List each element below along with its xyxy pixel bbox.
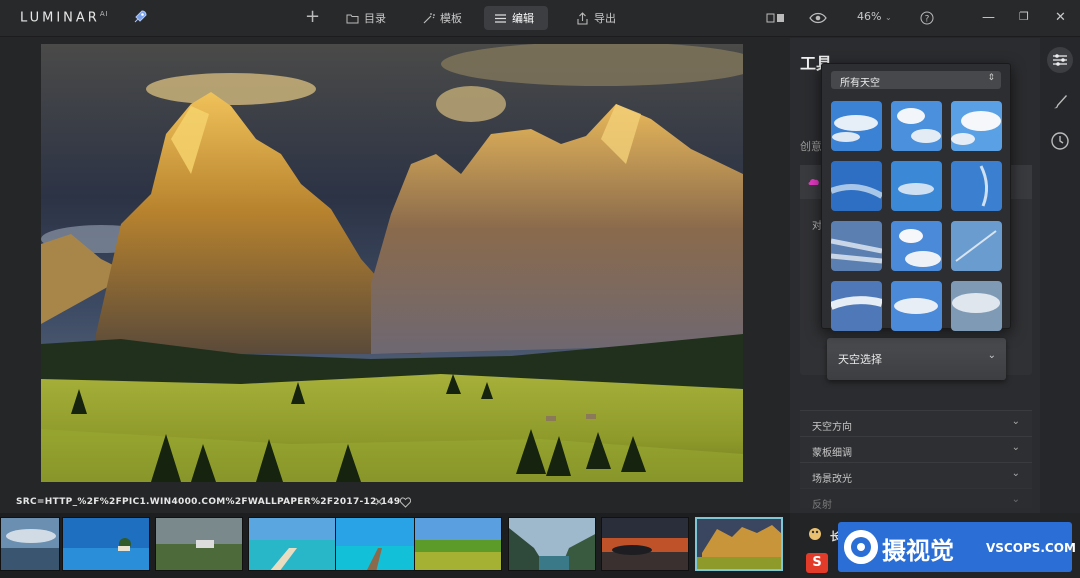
add-icon[interactable]: + bbox=[305, 8, 320, 26]
watermark-badge: 摄视觉 VSCOPS.COM bbox=[838, 522, 1076, 572]
rocket-icon[interactable] bbox=[132, 9, 148, 25]
sky-thumbnail[interactable] bbox=[891, 281, 942, 331]
sky-thumbnail[interactable] bbox=[951, 221, 1002, 271]
export-label: 导出 bbox=[594, 12, 616, 25]
sky-thumbnail[interactable] bbox=[891, 161, 942, 211]
filmstrip-thumb[interactable] bbox=[414, 517, 502, 571]
file-name: SRC=HTTP_%2F%2FPIC1.WIN4000.COM%2FWALLPA… bbox=[16, 497, 401, 507]
export-icon bbox=[577, 11, 588, 25]
cloud-icon bbox=[808, 178, 819, 185]
luminar-window: LUMINARAI + 目录 模板 编辑 导出 46% ⌄ ? — ❐ ✕ SR… bbox=[0, 0, 1080, 578]
folder-icon bbox=[346, 14, 359, 23]
sky-thumbnail[interactable] bbox=[891, 101, 942, 151]
close-icon[interactable]: ✕ bbox=[1055, 10, 1066, 25]
adjustments-icon[interactable] bbox=[1047, 47, 1073, 73]
catalog-button[interactable]: 目录 bbox=[336, 6, 396, 30]
side-icon-bar bbox=[1040, 38, 1080, 578]
help-icon[interactable]: ? bbox=[920, 11, 934, 25]
sky-category-label: 所有天空 bbox=[840, 78, 880, 89]
filmstrip-thumb[interactable] bbox=[601, 517, 689, 571]
compare-icon[interactable] bbox=[766, 12, 786, 24]
edit-label: 编辑 bbox=[512, 12, 534, 25]
palette-icon[interactable] bbox=[808, 527, 822, 541]
filmstrip-thumb[interactable] bbox=[508, 517, 596, 571]
sky-picker-popup: 所有天空 ⇕ bbox=[821, 63, 1011, 331]
svg-text:?: ? bbox=[925, 15, 930, 25]
file-info-bar: SRC=HTTP_%2F%2FPIC1.WIN4000.COM%2FWALLPA… bbox=[0, 493, 783, 513]
sky-thumbnail[interactable] bbox=[891, 221, 942, 271]
eye-icon[interactable] bbox=[809, 11, 827, 25]
updown-chevron-icon: ⇕ bbox=[987, 73, 995, 83]
chevron-down-icon: ⌄ bbox=[1011, 442, 1020, 453]
sky-thumbnail[interactable] bbox=[951, 101, 1002, 151]
sky-selection-label: 天空选择 bbox=[838, 353, 882, 366]
section-reflection[interactable]: 反射 ⌄ bbox=[800, 488, 1032, 511]
zoom-level[interactable]: 46% ⌄ bbox=[857, 10, 892, 23]
filmstrip-thumb[interactable] bbox=[248, 517, 336, 571]
sky-thumbnail[interactable] bbox=[951, 161, 1002, 211]
top-toolbar: LUMINARAI + 目录 模板 编辑 导出 46% ⌄ ? — ❐ ✕ bbox=[0, 0, 1080, 37]
sky-category-select[interactable]: 所有天空 ⇕ bbox=[831, 71, 1001, 89]
reject-icon[interactable]: ✕ bbox=[374, 495, 384, 509]
restore-icon[interactable]: ❐ bbox=[1019, 10, 1029, 23]
section-sky-orientation[interactable]: 天空方向 ⌄ bbox=[800, 410, 1032, 436]
sky-thumbnail[interactable] bbox=[831, 281, 882, 331]
filmstrip-thumb-selected[interactable] bbox=[695, 517, 783, 571]
chevron-down-icon: ⌄ bbox=[884, 13, 892, 22]
favorite-heart-icon[interactable] bbox=[400, 497, 411, 508]
chevron-down-icon: ⌄ bbox=[1011, 468, 1020, 479]
export-button[interactable]: 导出 bbox=[566, 6, 626, 30]
filmstrip-thumb[interactable] bbox=[62, 517, 150, 571]
sky-thumbnail[interactable] bbox=[951, 281, 1002, 331]
filmstrip bbox=[0, 513, 790, 578]
chevron-down-icon: ⌄ bbox=[987, 350, 996, 361]
sky-thumbnail[interactable] bbox=[831, 101, 882, 151]
sky-thumbnail[interactable] bbox=[831, 161, 882, 211]
edit-button[interactable]: 编辑 bbox=[484, 6, 548, 30]
main-photo[interactable] bbox=[41, 44, 743, 482]
mountain-landscape-image bbox=[41, 44, 743, 482]
chevron-down-icon: ⌄ bbox=[1011, 416, 1020, 427]
creative-section-label: 创意 bbox=[800, 140, 822, 153]
chevron-down-icon: ⌄ bbox=[1011, 494, 1020, 505]
camera-logo-icon bbox=[844, 530, 878, 564]
magic-wand-icon bbox=[423, 12, 435, 23]
templates-button[interactable]: 模板 bbox=[412, 6, 472, 30]
brush-icon[interactable] bbox=[1047, 88, 1073, 114]
sky-selection-dropdown[interactable]: 天空选择 ⌄ bbox=[827, 338, 1006, 380]
catalog-label: 目录 bbox=[364, 12, 386, 25]
image-canvas[interactable] bbox=[0, 38, 783, 493]
sougou-s-icon: S bbox=[806, 553, 828, 573]
sky-thumbnail[interactable] bbox=[831, 221, 882, 271]
section-scene-relight[interactable]: 场景改光 ⌄ bbox=[800, 462, 1032, 488]
templates-label: 模板 bbox=[440, 12, 462, 25]
watermark-en: VSCOPS.COM bbox=[986, 541, 1076, 555]
minimize-icon[interactable]: — bbox=[982, 10, 995, 25]
watermark-cn: 摄视觉 bbox=[882, 537, 954, 565]
filmstrip-thumb[interactable] bbox=[0, 517, 60, 571]
filmstrip-thumb[interactable] bbox=[155, 517, 243, 571]
app-logo: LUMINARAI bbox=[20, 10, 109, 26]
filmstrip-thumb[interactable] bbox=[335, 517, 423, 571]
sliders-icon bbox=[495, 13, 506, 23]
history-clock-icon[interactable] bbox=[1047, 128, 1073, 154]
section-mask-refine[interactable]: 蒙板细调 ⌄ bbox=[800, 436, 1032, 462]
